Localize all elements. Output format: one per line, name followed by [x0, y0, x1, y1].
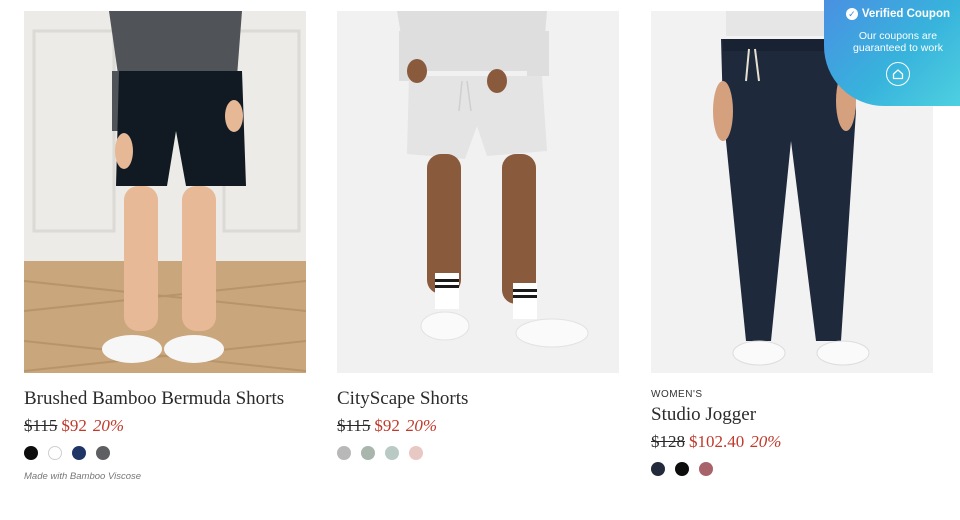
original-price: $128 [651, 432, 685, 451]
product-grid: Brushed Bamboo Bermuda Shorts $115 $92 20%… [0, 0, 960, 520]
price-row: $128 $102.40 20% [651, 431, 933, 453]
category-tag: WOMEN'S [651, 389, 703, 400]
check-icon: ✓ [846, 8, 858, 20]
product-card[interactable]: CityScape Shorts $115 $92 20% [337, 11, 619, 461]
sale-price: $102.40 [689, 432, 745, 451]
sale-price: $92 [61, 416, 87, 435]
original-price: $115 [337, 416, 371, 435]
swatch-blush[interactable] [409, 446, 423, 460]
coupon-title: Verified Coupon [861, 8, 950, 20]
swatch-navy[interactable] [72, 446, 86, 460]
price-row: $115 $92 20% [24, 415, 306, 437]
color-swatches [337, 445, 619, 461]
swatch-navy[interactable] [651, 462, 665, 476]
color-swatches [651, 461, 933, 477]
discount-label: 20% [405, 416, 438, 435]
swatch-sage[interactable] [361, 446, 375, 460]
original-price: $115 [24, 416, 58, 435]
color-swatches [24, 445, 306, 461]
home-icon[interactable] [886, 62, 910, 86]
coupon-subtitle: Our coupons are guaranteed to work [853, 30, 943, 54]
product-image[interactable] [337, 11, 619, 373]
swatch-rose[interactable] [699, 462, 713, 476]
swatch-gray[interactable] [96, 446, 110, 460]
swatch-mint[interactable] [385, 446, 399, 460]
product-title[interactable]: Studio Jogger [651, 403, 933, 427]
sale-price: $92 [374, 416, 400, 435]
product-image[interactable] [24, 11, 306, 373]
swatch-black[interactable] [24, 446, 38, 460]
product-title[interactable]: Brushed Bamboo Bermuda Shorts [24, 387, 306, 411]
product-title[interactable]: CityScape Shorts [337, 387, 619, 411]
coupon-header: ✓ Verified Coupon [846, 8, 950, 20]
product-card[interactable]: Brushed Bamboo Bermuda Shorts $115 $92 20%… [24, 11, 306, 482]
swatch-white[interactable] [48, 446, 62, 460]
material-note: Made with Bamboo Viscose [24, 471, 142, 482]
price-row: $115 $92 20% [337, 415, 619, 437]
discount-label: 20% [750, 432, 782, 451]
swatch-heather-gray[interactable] [337, 446, 351, 460]
swatch-black[interactable] [675, 462, 689, 476]
verified-coupon-badge[interactable]: ✓ Verified Coupon Our coupons are guaran… [824, 0, 960, 106]
discount-label: 20% [92, 416, 125, 435]
